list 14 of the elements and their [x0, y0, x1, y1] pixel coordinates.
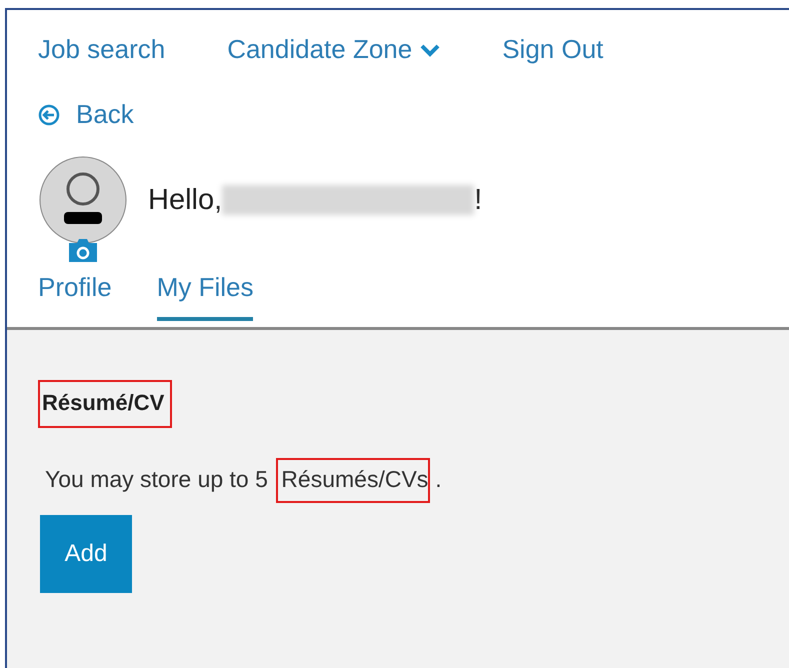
avatar-icon	[39, 156, 127, 244]
storage-limit-text: You may store up to 5 Résumés/CVs .	[40, 458, 444, 503]
greeting-text: !	[474, 184, 482, 216]
tab[interactable]: My Files	[156, 270, 254, 321]
tab[interactable]: Profile	[38, 270, 112, 321]
camera-icon[interactable]	[69, 238, 97, 262]
greeting-text: Hello,	[148, 184, 222, 216]
nav-link[interactable]: Sign Out	[502, 34, 604, 65]
back-link[interactable]: Back	[38, 99, 134, 130]
chevron-down-icon	[420, 42, 440, 56]
nav-link[interactable]: Job search	[38, 34, 166, 65]
section-heading: Résumé/CV	[38, 380, 172, 428]
nav-dropdown[interactable]: Candidate Zone	[227, 34, 440, 65]
add-button[interactable]: Add	[40, 515, 132, 593]
